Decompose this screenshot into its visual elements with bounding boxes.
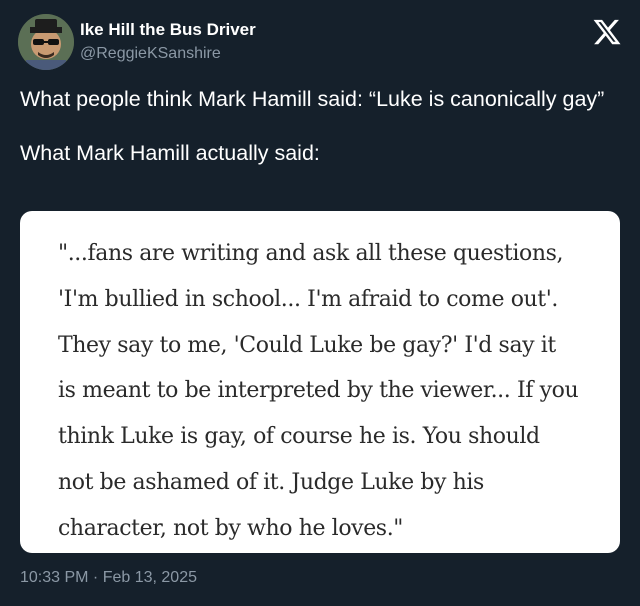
tweet-header: Ike Hill the Bus Driver @ReggieKSanshire xyxy=(18,14,622,70)
quote-line: They say to me, 'Could Luke be gay?' I'd… xyxy=(58,332,556,358)
quote-line: not be ashamed of it. Judge Luke by his xyxy=(58,469,484,495)
x-logo-icon[interactable] xyxy=(592,17,622,47)
tweet-text-line: What Mark Hamill actually said: xyxy=(20,141,320,165)
quote-image[interactable]: "...fans are writing and ask all these q… xyxy=(20,211,620,553)
quote-line: think Luke is gay, of course he is. You … xyxy=(58,424,540,450)
tweet-text-line: What people think Mark Hamill said: “Luk… xyxy=(20,87,605,111)
user-handle[interactable]: @ReggieKSanshire xyxy=(80,45,221,63)
quote-line: is meant to be interpreted by the viewer… xyxy=(58,378,579,404)
quote-line: character, not by who he loves." xyxy=(58,515,404,541)
tweet-text: What people think Mark Hamill said: “Luk… xyxy=(20,86,620,167)
quote-line: "...fans are writing and ask all these q… xyxy=(58,241,564,266)
display-name[interactable]: Ike Hill the Bus Driver xyxy=(80,20,256,40)
quote-text: "...fans are writing and ask all these q… xyxy=(58,231,600,552)
avatar[interactable] xyxy=(18,14,74,70)
timestamp[interactable]: 10:33 PM · Feb 13, 2025 xyxy=(20,569,197,587)
quote-line: 'I'm bullied in school... I'm afraid to … xyxy=(58,286,558,312)
